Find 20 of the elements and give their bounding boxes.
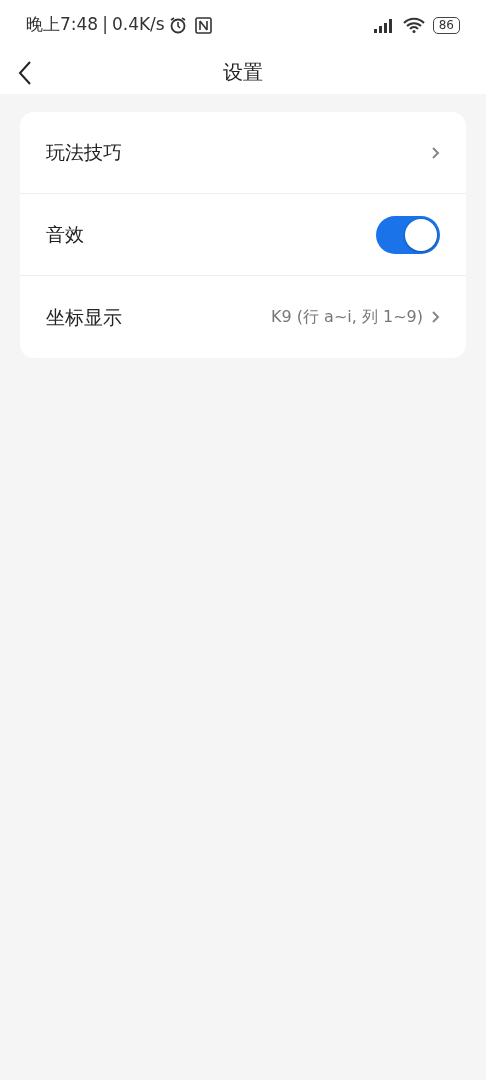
- alarm-icon: [168, 16, 187, 34]
- wifi-icon: [402, 17, 425, 33]
- signal-icon: [372, 17, 395, 33]
- status-time: 晚上7:48: [26, 13, 99, 37]
- setting-value: K9 (行 a~i, 列 1~9): [271, 306, 423, 328]
- chevron-right-icon: [431, 145, 440, 160]
- settings-row[interactable]: 音效: [20, 194, 466, 276]
- chevron-right-icon: [431, 310, 440, 324]
- setting-label: 坐标显示: [46, 304, 122, 330]
- battery-indicator: 86: [432, 16, 460, 34]
- status-separator: |: [102, 13, 108, 37]
- nfc-icon: [194, 16, 212, 34]
- network-speed: 0.4K/s: [111, 13, 165, 37]
- back-icon: [18, 60, 32, 86]
- setting-label: 音效: [46, 222, 84, 248]
- page-title: 设置: [223, 59, 263, 86]
- setting-label: 玩法技巧: [46, 140, 122, 166]
- settings-row[interactable]: 玩法技巧: [20, 112, 466, 194]
- settings-row[interactable]: 坐标显示 K9 (行 a~i, 列 1~9): [20, 276, 466, 358]
- toggle-switch[interactable]: [376, 215, 440, 254]
